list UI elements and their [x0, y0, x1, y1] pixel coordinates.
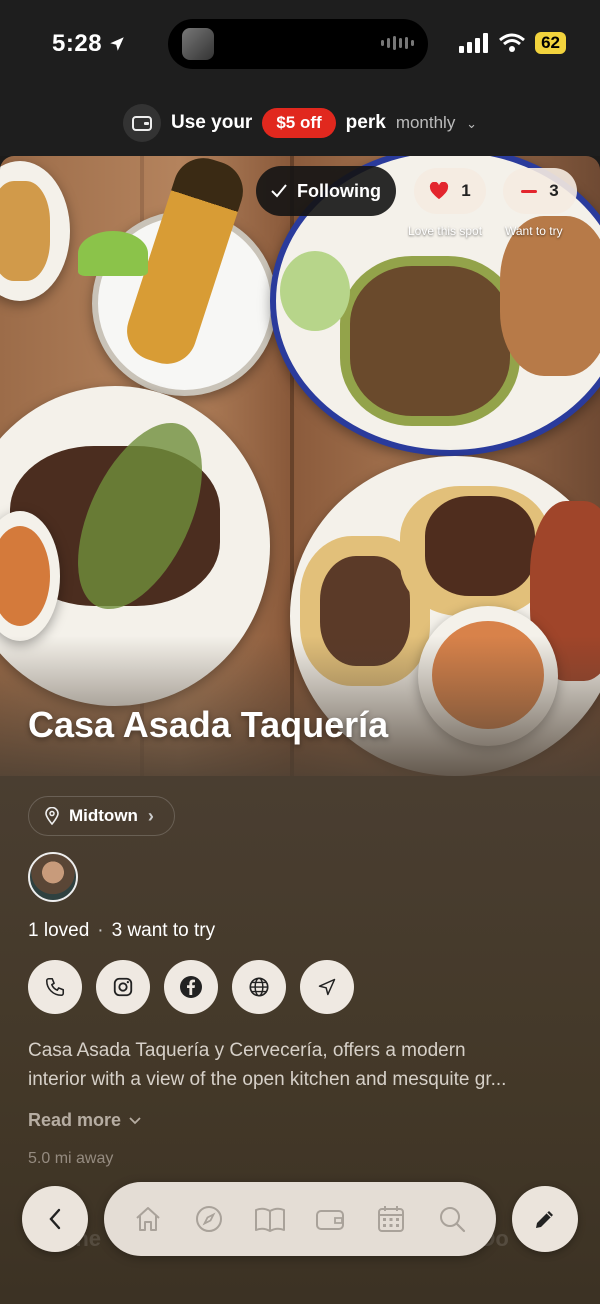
- perk-period-select[interactable]: monthly ⌄: [396, 113, 477, 133]
- perk-prefix: Use your: [171, 112, 253, 133]
- love-count: 1: [461, 181, 471, 200]
- wallet-icon: [316, 1210, 345, 1230]
- restaurant-name: Casa Asada Taquería: [28, 704, 389, 745]
- status-indicators: 62: [459, 32, 566, 54]
- home-icon: [136, 1207, 161, 1231]
- battery-indicator: 62: [535, 32, 566, 54]
- cellular-signal-icon: [459, 33, 489, 53]
- status-time: 5:28: [52, 30, 126, 58]
- restaurant-description: Casa Asada Taquería y Cervecería, offers…: [28, 1036, 576, 1094]
- instagram-icon: [113, 977, 133, 997]
- love-caption: Love this spot: [408, 224, 483, 238]
- chevron-down-icon: ⌄: [466, 116, 477, 131]
- wifi-icon: [499, 33, 526, 52]
- chevron-down-icon: [129, 1116, 141, 1124]
- now-playing-thumbnail: [182, 28, 214, 60]
- phone-icon: [45, 977, 65, 997]
- back-button[interactable]: [22, 1186, 88, 1252]
- perk-suffix: perk: [345, 112, 386, 133]
- heart-icon: [430, 182, 449, 200]
- facebook-icon: [180, 976, 202, 998]
- wallet-icon: [123, 104, 162, 142]
- tab-calendar[interactable]: [371, 1199, 411, 1239]
- engagement-stats: 1 loved · 3 want to try: [28, 920, 215, 942]
- search-icon: [439, 1207, 465, 1233]
- bookmark-dash-icon: [521, 189, 538, 193]
- want-to-try-count: 3 want to try: [111, 920, 216, 941]
- read-more-label: Read more: [28, 1110, 122, 1130]
- navigation-icon: [318, 978, 336, 996]
- directions-button[interactable]: [300, 960, 354, 1014]
- tab-explore[interactable]: [189, 1199, 229, 1239]
- friend-avatar[interactable]: [28, 852, 78, 902]
- contact-actions: [28, 960, 354, 1014]
- read-more-button[interactable]: Read more: [28, 1110, 141, 1131]
- status-bar: 5:28 62: [0, 0, 600, 90]
- want-caption: Want to try: [505, 224, 563, 238]
- want-to-try-button[interactable]: 3: [503, 168, 577, 214]
- map-pin-icon: [45, 807, 59, 825]
- perk-period-label: monthly: [395, 113, 456, 132]
- following-label: Following: [297, 180, 381, 201]
- calendar-icon: [377, 1206, 404, 1232]
- chevron-left-icon: [49, 1208, 61, 1230]
- want-count: 3: [549, 181, 559, 200]
- checkmark-icon: [271, 184, 287, 198]
- tab-home[interactable]: [128, 1199, 168, 1239]
- edit-button[interactable]: [512, 1186, 578, 1252]
- facebook-button[interactable]: [164, 960, 218, 1014]
- audio-wave-icon: [381, 36, 414, 50]
- pencil-icon: [536, 1211, 553, 1228]
- compass-icon: [195, 1206, 222, 1232]
- tab-guides[interactable]: [250, 1199, 290, 1239]
- website-button[interactable]: [232, 960, 286, 1014]
- dynamic-island: [168, 19, 428, 69]
- tab-search[interactable]: [432, 1199, 472, 1239]
- love-button[interactable]: 1: [414, 168, 486, 214]
- hero-image: [0, 156, 600, 776]
- call-button[interactable]: [28, 960, 82, 1014]
- tab-bar: [104, 1182, 496, 1256]
- chevron-right-icon: ›: [147, 805, 154, 826]
- globe-icon: [249, 977, 269, 997]
- book-icon: [254, 1207, 285, 1232]
- tab-wallet[interactable]: [310, 1199, 350, 1239]
- location-arrow-icon: [110, 37, 124, 51]
- perk-badge: $5 off: [262, 108, 336, 138]
- description-line-1: Casa Asada Taquería y Cervecería, offers…: [28, 1040, 466, 1061]
- neighborhood-label: Midtown: [69, 806, 138, 825]
- instagram-button[interactable]: [96, 960, 150, 1014]
- separator-dot: ·: [97, 920, 104, 941]
- perk-banner[interactable]: Use your $5 off perk monthly ⌄: [0, 90, 600, 156]
- description-line-2: interior with a view of the open kitchen…: [28, 1069, 507, 1090]
- distance-label: 5.0 mi away: [28, 1150, 114, 1167]
- loved-count: 1 loved: [28, 920, 90, 941]
- neighborhood-chip[interactable]: Midtown ›: [28, 796, 175, 836]
- following-button[interactable]: Following: [256, 166, 396, 216]
